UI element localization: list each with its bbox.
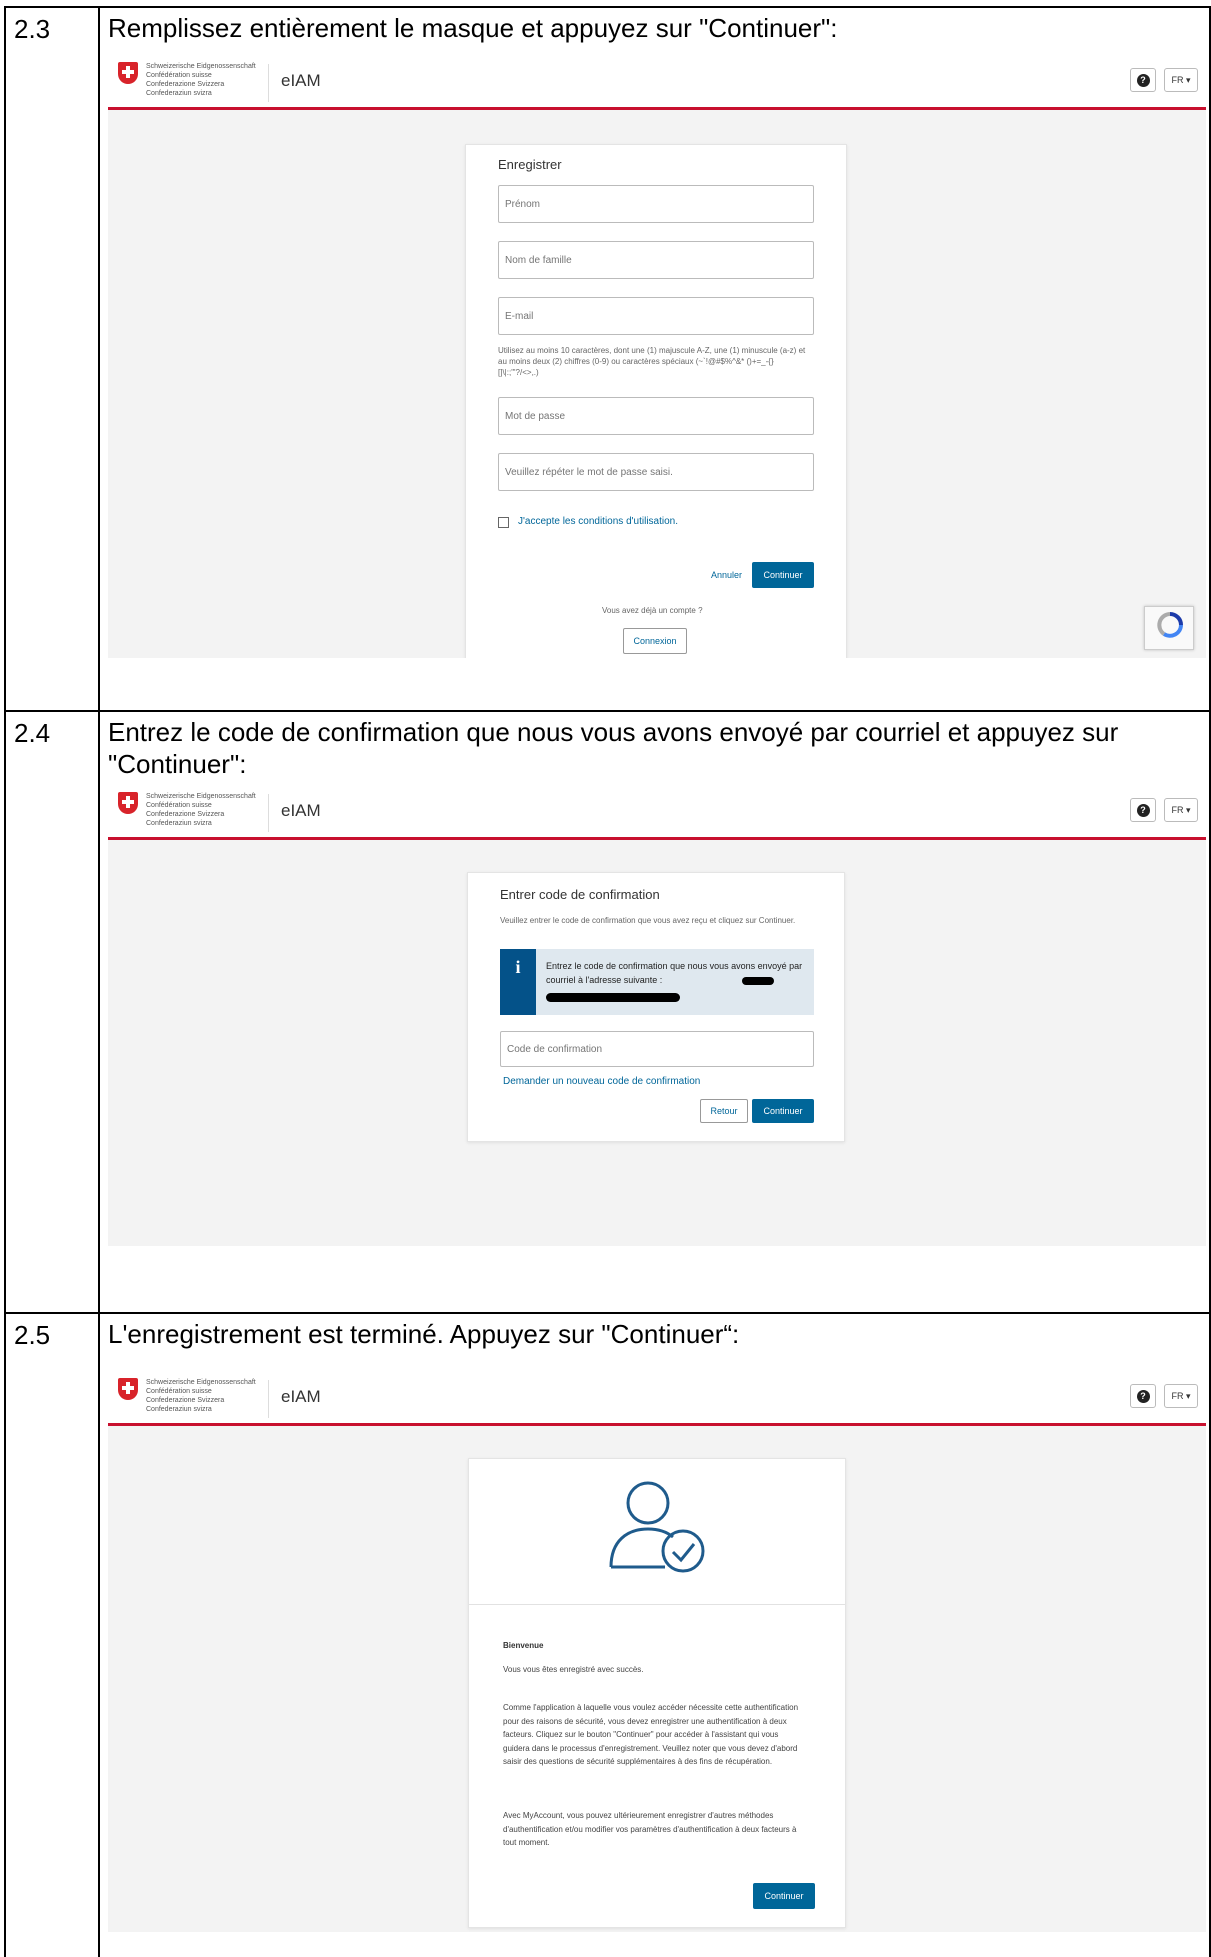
top-bar: Schweizerische Eidgenossenschaft Confédé… — [108, 1372, 1206, 1426]
terms-link[interactable]: J'accepte les conditions d'utilisation. — [518, 516, 678, 527]
step-number: 2.5 — [4, 1312, 100, 1957]
email-input[interactable] — [498, 297, 814, 335]
swiss-flag-icon — [118, 1378, 138, 1400]
card-title: Entrer code de confirmation — [500, 887, 660, 902]
confederation-logo: Schweizerische Eidgenossenschaft Confédé… — [118, 1378, 256, 1414]
step-content: L'enregistrement est terminé. Appuyez su… — [98, 1312, 1211, 1957]
confederation-logo: Schweizerische Eidgenossenschaft Confédé… — [118, 792, 256, 828]
confirm-description: Veuillez entrer le code de confirmation … — [500, 916, 796, 925]
back-button[interactable]: Retour — [700, 1099, 748, 1123]
language-selector[interactable]: FR ▾ — [1164, 1384, 1198, 1408]
redacted-email-short — [742, 977, 774, 985]
instruction-table: 2.3 Remplissez entièrement le masque et … — [4, 6, 1211, 1957]
app-title: eIAM — [281, 801, 321, 820]
step-number: 2.4 — [4, 710, 100, 1314]
welcome-screenshot: Schweizerische Eidgenossenschaft Confédé… — [108, 1372, 1206, 1932]
continue-button[interactable]: Continuer — [753, 1883, 815, 1909]
welcome-header — [469, 1459, 845, 1605]
confirmation-code-input[interactable] — [500, 1031, 814, 1067]
terms-checkbox[interactable] — [498, 517, 509, 528]
step-instruction: L'enregistrement est terminé. Appuyez su… — [108, 1319, 740, 1349]
resend-code-link[interactable]: Demander un nouveau code de confirmation — [503, 1076, 700, 1087]
have-account-text: Vous avez déjà un compte ? — [602, 606, 703, 615]
confederation-logo: Schweizerische Eidgenossenschaft Confédé… — [118, 62, 256, 98]
step-content: Entrez le code de confirmation que nous … — [98, 710, 1211, 1314]
cancel-link[interactable]: Annuler — [711, 570, 742, 580]
recaptcha-badge[interactable] — [1144, 606, 1194, 650]
success-text: Vous vous êtes enregistré avec succès. — [503, 1665, 644, 1674]
firstname-input[interactable] — [498, 185, 814, 223]
top-bar: Schweizerische Eidgenossenschaft Confédé… — [108, 786, 1206, 840]
step-content: Remplissez entièrement le masque et appu… — [98, 6, 1211, 712]
lastname-input[interactable] — [498, 241, 814, 279]
password-hint: Utilisez au moins 10 caractères, dont un… — [498, 346, 806, 377]
help-icon: ? — [1136, 803, 1150, 817]
info-box: i Entrez le code de confirmation que nou… — [500, 949, 814, 1015]
step-number: 2.3 — [4, 6, 100, 712]
recaptcha-icon — [1157, 612, 1183, 638]
app-title: eIAM — [281, 1387, 321, 1406]
swiss-flag-icon — [118, 792, 138, 814]
user-check-icon — [609, 1481, 705, 1573]
help-button[interactable]: ? — [1130, 798, 1156, 822]
registration-screenshot: Schweizerische Eidgenossenschaft Confédé… — [108, 56, 1206, 658]
app-title: eIAM — [281, 71, 321, 90]
continue-button[interactable]: Continuer — [752, 1099, 814, 1123]
step-instruction: Remplissez entièrement le masque et appu… — [108, 13, 838, 43]
step-row-2-4: 2.4 Entrez le code de confirmation que n… — [4, 710, 1211, 1314]
confirmation-card: Entrer code de confirmation Veuillez ent… — [467, 872, 845, 1142]
myaccount-explanation: Avec MyAccount, vous pouvez ultérieureme… — [503, 1811, 797, 1847]
two-factor-explanation: Comme l'application à laquelle vous voul… — [503, 1703, 799, 1766]
register-card: Enregistrer Utilisez au moins 10 caractè… — [465, 144, 847, 658]
help-icon: ? — [1136, 73, 1150, 87]
welcome-title: Bienvenue — [503, 1641, 544, 1650]
step-row-2-5: 2.5 L'enregistrement est terminé. Appuye… — [4, 1312, 1211, 1957]
welcome-card: Bienvenue Vous vous êtes enregistré avec… — [468, 1458, 846, 1928]
password-input[interactable] — [498, 397, 814, 435]
language-selector[interactable]: FR ▾ — [1164, 68, 1198, 92]
step-instruction: Entrez le code de confirmation que nous … — [108, 717, 1119, 779]
login-button[interactable]: Connexion — [623, 628, 687, 654]
continue-button[interactable]: Continuer — [752, 562, 814, 588]
confirmation-screenshot: Schweizerische Eidgenossenschaft Confédé… — [108, 786, 1206, 1246]
repeat-password-input[interactable] — [498, 453, 814, 491]
help-icon: ? — [1136, 1389, 1150, 1403]
language-selector[interactable]: FR ▾ — [1164, 798, 1198, 822]
card-title: Enregistrer — [498, 157, 562, 172]
swiss-flag-icon — [118, 62, 138, 84]
redacted-email — [546, 993, 680, 1002]
help-button[interactable]: ? — [1130, 68, 1156, 92]
help-button[interactable]: ? — [1130, 1384, 1156, 1408]
top-bar: Schweizerische Eidgenossenschaft Confédé… — [108, 56, 1206, 110]
info-icon: i — [500, 949, 536, 1015]
step-row-2-3: 2.3 Remplissez entièrement le masque et … — [4, 6, 1211, 712]
